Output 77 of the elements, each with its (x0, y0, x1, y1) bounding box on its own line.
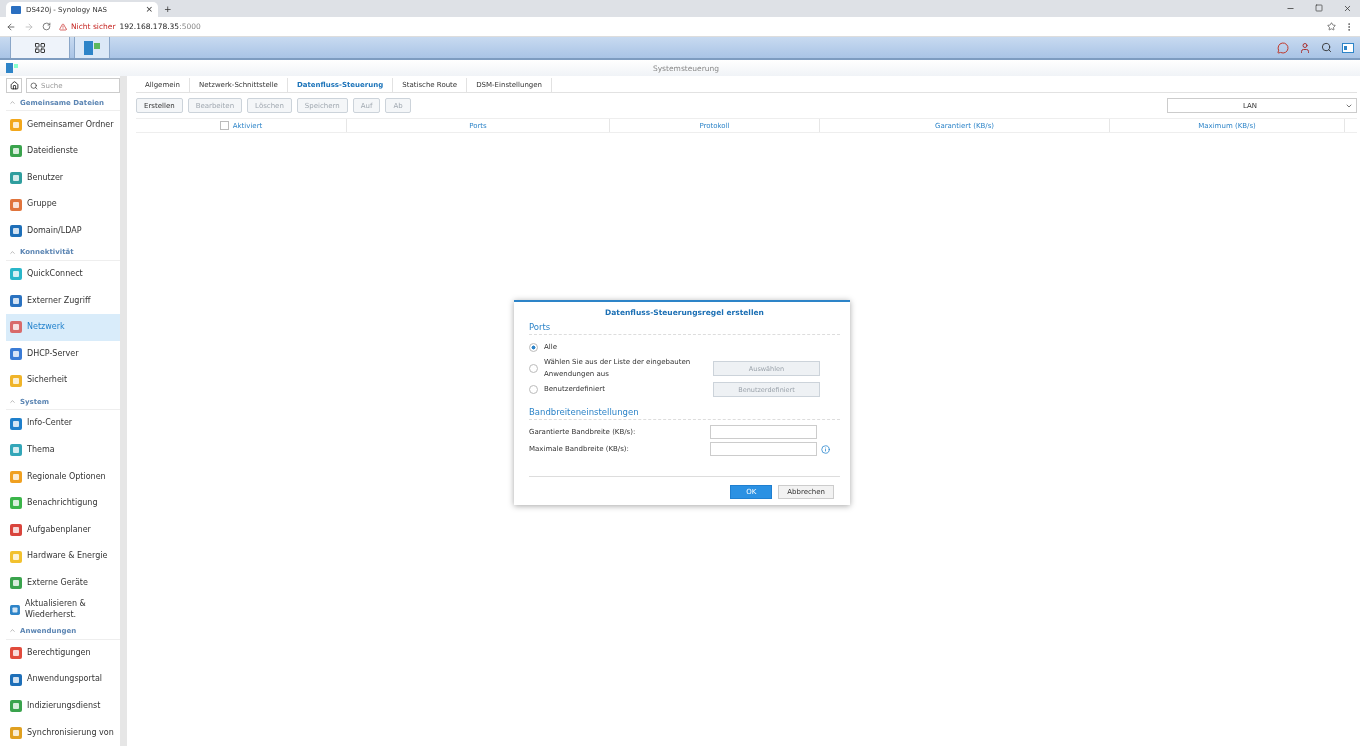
tile-icon (10, 646, 22, 659)
sidebar-item[interactable]: Benutzer (6, 164, 120, 192)
sidebar-item[interactable]: Benachrichtigung (6, 490, 120, 517)
sidebar-item[interactable]: Thema (6, 437, 120, 464)
panel-icon (84, 40, 100, 55)
tile-icon (10, 577, 22, 590)
sidebar-item[interactable]: Info-Center (6, 410, 120, 437)
maximize-icon[interactable] (1315, 4, 1323, 12)
input-field[interactable] (710, 425, 817, 440)
radio-button[interactable] (529, 364, 538, 374)
tile-icon (10, 524, 22, 537)
sidebar-item[interactable]: Berechtigungen (6, 639, 120, 667)
chevron-up-icon (9, 398, 16, 406)
input-field[interactable] (710, 442, 817, 457)
tile-icon (10, 294, 22, 307)
user-icon[interactable] (1299, 41, 1311, 54)
control-panel-task-button[interactable] (74, 37, 110, 58)
widget-icon[interactable] (1342, 42, 1354, 53)
tile-icon (10, 225, 22, 238)
tile-icon (10, 726, 22, 739)
sidebar-item[interactable]: Indizierungsdienst (6, 692, 120, 720)
sidebar-item[interactable]: QuickConnect (6, 260, 120, 288)
tab-close-button[interactable]: × (145, 5, 153, 14)
tile-icon (10, 374, 22, 387)
tile-icon (10, 171, 22, 184)
sidebar-item[interactable]: Domain/LDAP (6, 217, 120, 245)
warning-icon (59, 22, 67, 31)
tile-icon (10, 497, 22, 510)
panel-icon (6, 63, 18, 73)
tile-icon (10, 673, 22, 686)
select-all-checkbox[interactable] (219, 121, 229, 130)
sidebar-item[interactable]: Synchronisierung von (6, 719, 120, 746)
close-icon[interactable] (1343, 4, 1352, 13)
sidebar-item[interactable]: Sicherheit (6, 367, 120, 394)
chevron-up-icon (9, 248, 16, 256)
tile-icon (10, 145, 22, 158)
search-icon[interactable] (1321, 42, 1332, 53)
radio-button[interactable] (529, 343, 538, 353)
sidebar-item[interactable]: Aufgabenplaner (6, 516, 120, 544)
section-heading: Ports (529, 322, 840, 335)
info-icon[interactable] (821, 444, 830, 454)
tile-icon (10, 348, 22, 360)
sidebar-item[interactable]: Aktualisieren & Wiederherst. (6, 596, 120, 624)
main-menu-button[interactable] (10, 37, 70, 58)
sidebar-item[interactable]: Dateidienste (6, 138, 120, 165)
tile-icon (10, 321, 22, 334)
sidebar-item[interactable]: Regionale Optionen (6, 463, 120, 491)
reload-icon[interactable] (42, 22, 51, 31)
grid-icon (34, 41, 46, 54)
radio-button[interactable] (529, 385, 538, 395)
tile-icon (10, 118, 22, 131)
sidebar-item[interactable]: Gruppe (6, 191, 120, 218)
tile-icon (10, 700, 22, 713)
sidebar-item[interactable]: Hardware & Energie (6, 543, 120, 570)
search-icon (30, 81, 38, 90)
tile-icon (10, 470, 22, 483)
star-icon[interactable] (1327, 22, 1336, 31)
tile-icon (10, 268, 22, 281)
back-icon[interactable] (6, 21, 16, 32)
sidebar-item[interactable]: Externer Zugriff (6, 287, 120, 315)
sidebar-item[interactable]: Anwendungsportal (6, 666, 120, 693)
new-tab-button[interactable]: + (164, 5, 172, 14)
sidebar-item[interactable]: Gemeinsamer Ordner (6, 111, 120, 139)
tile-icon (10, 198, 22, 211)
sidebar-item[interactable]: Netzwerk (6, 314, 120, 341)
tile-icon (10, 444, 22, 457)
favicon-icon (11, 5, 21, 14)
chat-icon[interactable] (1277, 41, 1289, 54)
section-heading: Bandbreiteneinstellungen (529, 406, 840, 420)
sidebar-item[interactable]: Externe Geräte (6, 569, 120, 597)
chevron-up-icon (9, 627, 16, 635)
home-button[interactable] (6, 78, 22, 93)
tile-icon (10, 417, 22, 430)
tile-icon (10, 603, 20, 616)
chevron-up-icon (9, 99, 16, 107)
tile-icon (10, 550, 22, 563)
sidebar-item[interactable]: DHCP-Server (6, 340, 120, 368)
